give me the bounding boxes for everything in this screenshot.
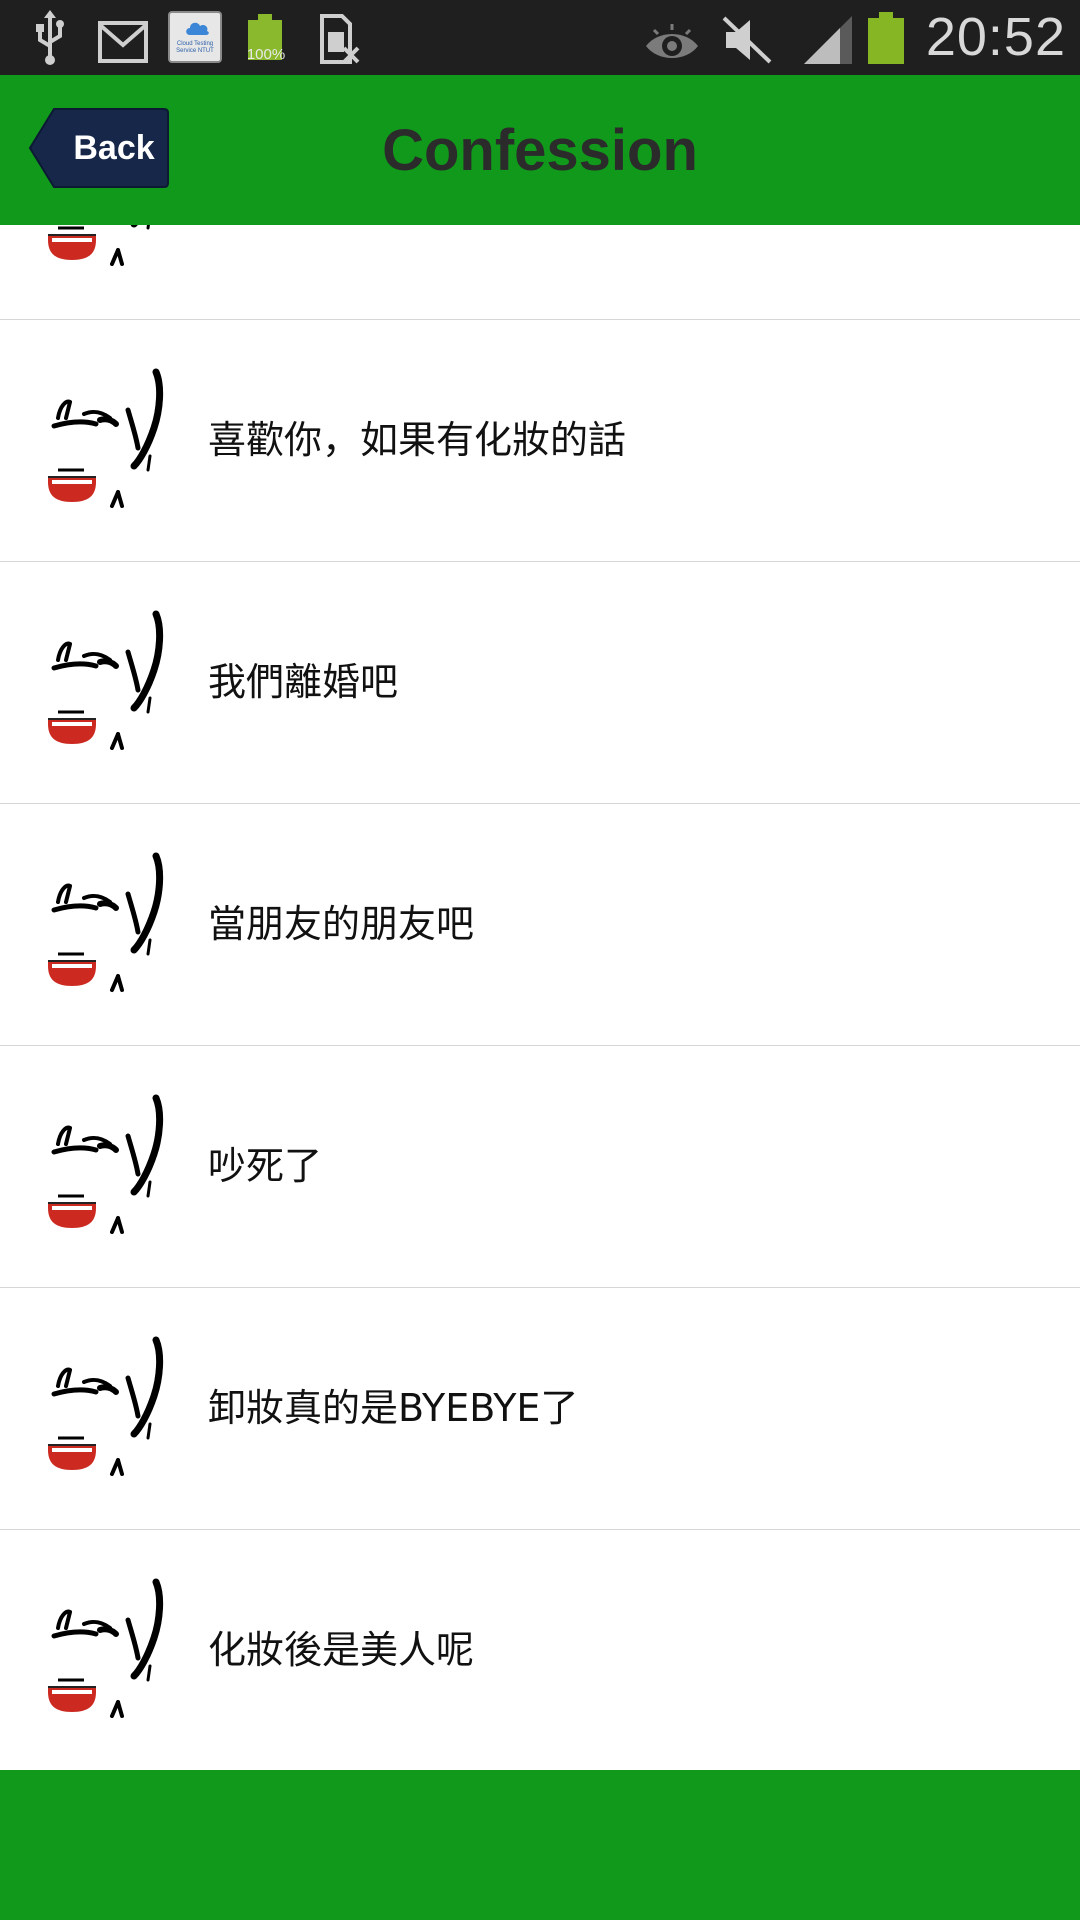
list-item-text: 我們離婚吧 — [208, 660, 399, 704]
list-item-text: 喜歡你，如果有化妝的話 — [208, 418, 627, 462]
list-item-text: 當朋友的朋友吧 — [208, 902, 475, 946]
list-item[interactable]: 我們離婚吧 — [0, 562, 1080, 804]
cloud-testing-text: Cloud Testing Service NTUT — [176, 41, 214, 54]
gmail-icon — [98, 21, 148, 63]
list-item[interactable]: 當朋友的朋友吧 — [0, 804, 1080, 1046]
status-bar: Cloud Testing Service NTUT 100% 20:52 — [0, 0, 1080, 75]
list-item-text: 化妝後是美人呢 — [208, 1628, 475, 1672]
battery-notification-icon: 100% — [247, 14, 285, 63]
avatar — [44, 366, 164, 516]
sim-error-icon — [320, 14, 360, 64]
vibrate-off-icon — [722, 16, 772, 64]
confession-list[interactable]: 喜歡你，如果有化妝的話 我們離婚吧 當朋友的朋友吧 吵死了 卸妝真的是BYEBY… — [0, 225, 1080, 1770]
list-item[interactable]: 化妝後是美人呢 — [0, 1530, 1080, 1770]
avatar — [44, 1092, 164, 1242]
battery-icon — [868, 12, 904, 64]
list-item-text: 卸妝真的是BYEBYE了 — [208, 1386, 579, 1430]
app-bar: Confession Back — [0, 75, 1080, 225]
clock-text: 20:52 — [925, 7, 1066, 67]
avatar — [44, 608, 164, 758]
list-item-text: 吵死了 — [208, 1144, 323, 1188]
cloud-testing-icon: Cloud Testing Service NTUT — [168, 11, 222, 63]
signal-icon — [804, 16, 852, 64]
avatar — [44, 850, 164, 1000]
list-item[interactable]: 喜歡你，如果有化妝的話 — [0, 320, 1080, 562]
bottom-bar — [0, 1770, 1080, 1920]
list-item[interactable] — [0, 225, 1080, 320]
avatar — [44, 1334, 164, 1484]
back-label: Back — [73, 129, 155, 167]
battery-notification-text: 100% — [246, 46, 286, 63]
avatar — [44, 1576, 164, 1726]
avatar — [44, 225, 164, 274]
list-item[interactable]: 吵死了 — [0, 1046, 1080, 1288]
eye-icon — [646, 24, 698, 58]
back-button[interactable]: Back — [28, 107, 170, 189]
usb-icon — [36, 10, 64, 65]
list-item[interactable]: 卸妝真的是BYEBYE了 — [0, 1288, 1080, 1530]
